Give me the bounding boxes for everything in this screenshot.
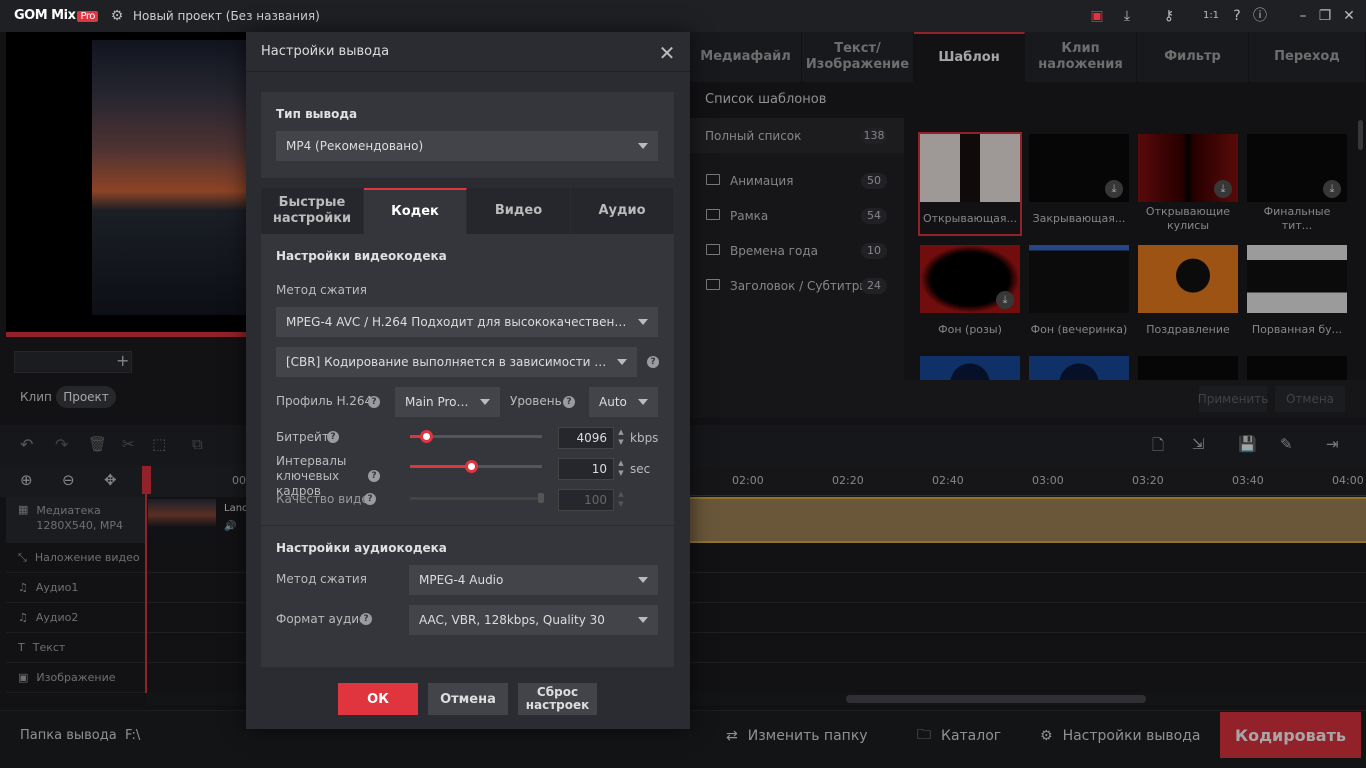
help-icon[interactable]: ?	[647, 356, 659, 368]
video-codec-title: Настройки видеокодека	[276, 249, 447, 263]
slider-knob[interactable]	[420, 430, 433, 443]
cbr-select[interactable]: [CBR] Кодирование выполняется в зависимо…	[276, 347, 637, 377]
cancel-button[interactable]: Отмена	[428, 683, 508, 715]
chevron-down-icon	[638, 399, 648, 405]
keyframe-unit: sec	[630, 462, 651, 476]
chevron-down-icon	[617, 359, 627, 365]
chevron-down-icon	[638, 143, 648, 149]
app-logo: GOM Mix Pro	[14, 8, 98, 23]
close-window-icon[interactable]: ✕	[1340, 7, 1358, 25]
quality-slider	[410, 493, 544, 503]
ratio-icon[interactable]: 1:1	[1202, 7, 1220, 25]
tab-video[interactable]: Видео	[467, 188, 571, 234]
help-icon[interactable]: ?	[1228, 7, 1246, 25]
download-icon[interactable]: ⤓	[1118, 7, 1136, 25]
output-type-label: Тип вывода	[276, 107, 358, 121]
close-icon[interactable]: ✕	[656, 41, 678, 65]
keyframe-input[interactable]: 10	[558, 458, 614, 480]
help-icon[interactable]: ?	[360, 613, 372, 625]
slider-fill	[410, 465, 471, 468]
profile-select[interactable]: Main Profile	[395, 387, 500, 417]
reset-button[interactable]: Сброс настроек	[518, 683, 597, 715]
chevron-down-icon	[638, 577, 648, 583]
minimize-icon[interactable]: –	[1294, 7, 1312, 25]
level-label: Уровень	[510, 394, 562, 408]
app-window: GOM Mix Pro ⚙ Новый проект (Без названия)…	[0, 0, 1366, 768]
level-select[interactable]: Auto	[589, 387, 658, 417]
bitrate-spinner[interactable]: ▲ ▼	[616, 427, 626, 449]
record-icon[interactable]: ▣	[1088, 7, 1106, 25]
profile-label: Профиль H.264	[276, 394, 373, 408]
bitrate-slider[interactable]	[410, 430, 542, 443]
dialog-title: Настройки вывода	[261, 44, 390, 59]
quality-spinner: ▲ ▼	[618, 490, 624, 508]
chevron-down-icon	[638, 617, 648, 623]
output-type-select[interactable]: MP4 (Рекомендовано)	[276, 131, 658, 161]
quality-label: Качество видео	[276, 492, 377, 506]
keyframe-slider[interactable]	[410, 460, 542, 473]
help-icon[interactable]: ?	[563, 396, 575, 408]
audio-compression-select[interactable]: MPEG-4 Audio	[409, 565, 658, 595]
bitrate-label: Битрейт	[276, 430, 329, 444]
ok-button[interactable]: ОК	[338, 683, 418, 715]
tab-quick-settings[interactable]: Быстрые настройки	[261, 188, 364, 234]
compression-select[interactable]: MPEG-4 AVC / H.264 Подходит для высокока…	[276, 307, 658, 337]
slider-knob[interactable]	[465, 460, 478, 473]
help-icon[interactable]: ?	[327, 431, 339, 443]
section-divider	[261, 525, 674, 526]
help-icon[interactable]: ?	[368, 396, 380, 408]
chevron-down-icon	[480, 399, 490, 405]
audio-compression-label: Метод сжатия	[276, 572, 367, 586]
tab-codec[interactable]: Кодек	[364, 188, 467, 234]
bitrate-input[interactable]: 4096	[558, 427, 614, 449]
bitrate-unit: kbps	[630, 431, 659, 445]
info-icon[interactable]: ⓘ	[1251, 7, 1269, 25]
codec-section	[261, 234, 674, 667]
gear-icon[interactable]: ⚙	[108, 7, 126, 25]
audio-codec-title: Настройки аудиокодека	[276, 541, 447, 555]
audio-format-select[interactable]: AAC, VBR, 128kbps, Quality 30	[409, 605, 658, 635]
help-icon[interactable]: ?	[364, 493, 376, 505]
quality-input: 100	[558, 489, 614, 511]
help-icon[interactable]: ?	[368, 470, 380, 482]
project-title: Новый проект (Без названия)	[133, 9, 320, 23]
restore-icon[interactable]: ❐	[1316, 7, 1334, 25]
chevron-down-icon	[638, 319, 648, 325]
key-icon[interactable]: ⚷	[1160, 7, 1178, 25]
tab-audio[interactable]: Аудио	[571, 188, 674, 234]
audio-format-label: Формат аудио	[276, 612, 367, 626]
slider-knob	[538, 493, 544, 503]
keyframe-spinner[interactable]: ▲ ▼	[616, 458, 626, 480]
compression-label: Метод сжатия	[276, 283, 367, 297]
